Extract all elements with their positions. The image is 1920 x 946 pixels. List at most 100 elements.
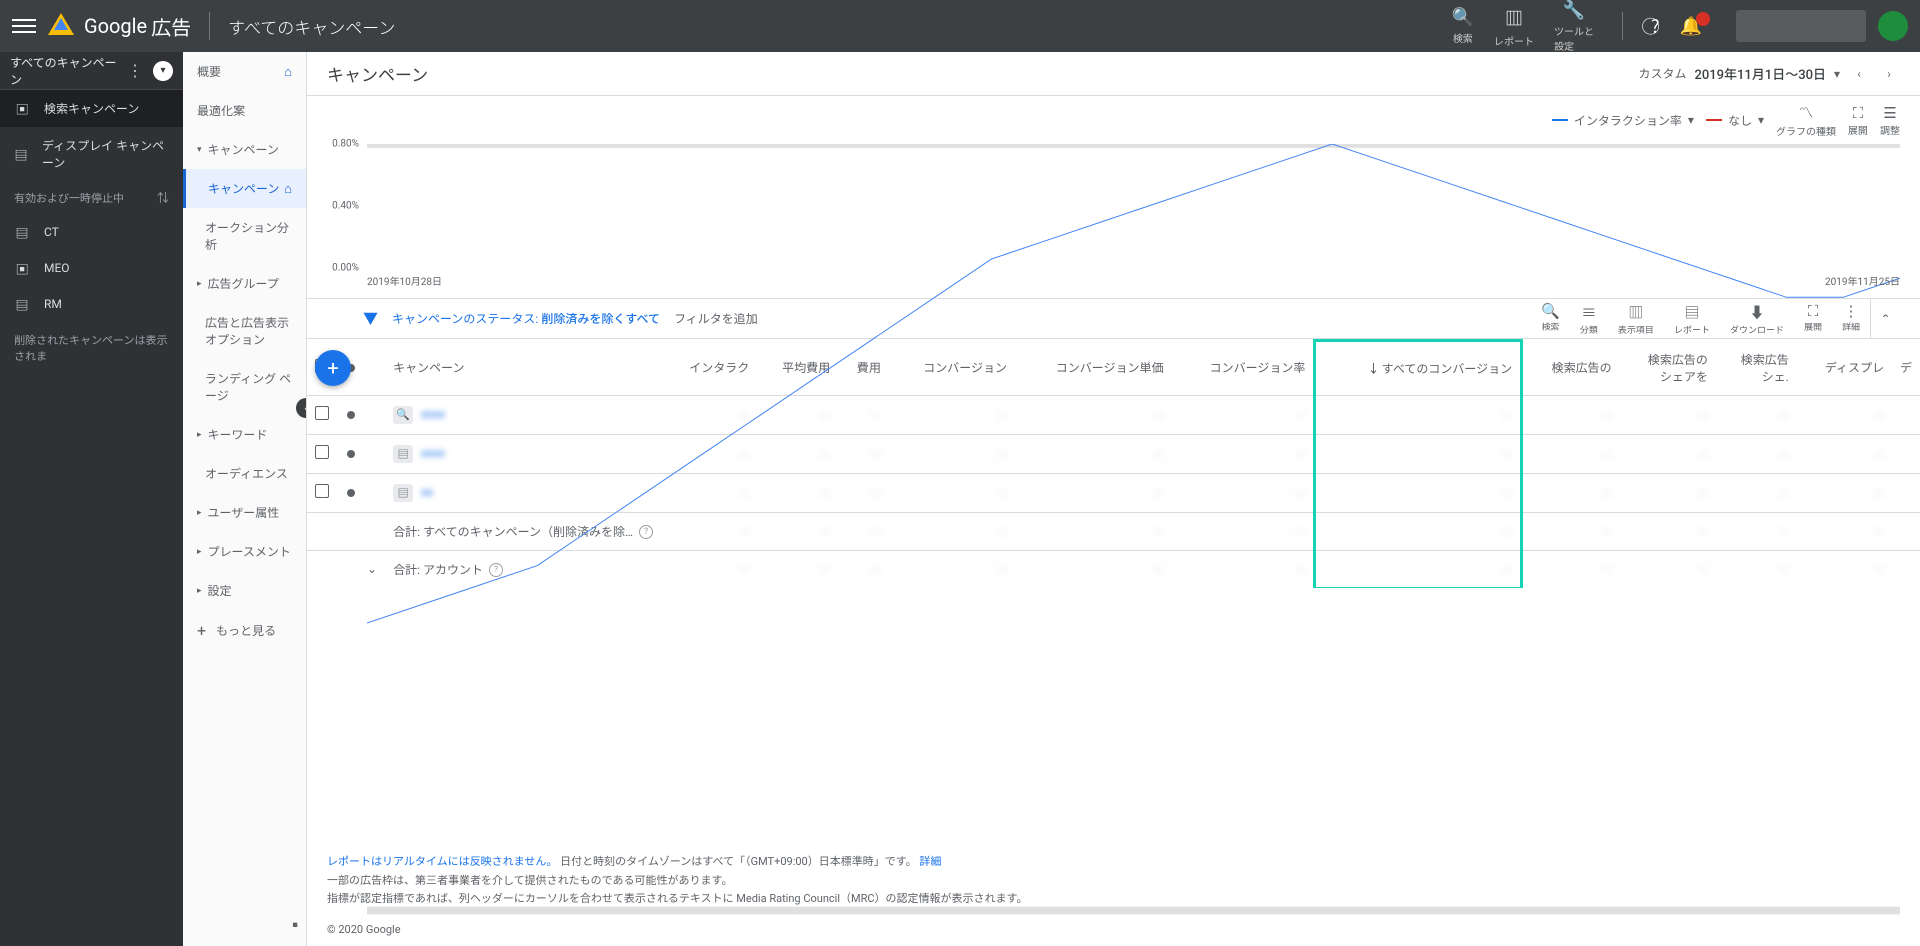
status-icon [347,450,355,458]
date-range-picker[interactable]: カスタム 2019年11月1日～30日 ▾ ‹ › [1638,63,1900,85]
display-icon: ▤ [14,146,28,162]
chart-y-axis: 0.80% 0.40% 0.00% [327,144,365,268]
nav-demographics[interactable]: ▸ユーザー属性 [183,493,306,532]
nav-ads-ext[interactable]: 広告と広告表示オプション [183,303,306,359]
status-icon [347,411,355,419]
help-icon: ?⃝ [1651,13,1660,39]
chart-adjust-button[interactable]: ☰調整 [1880,104,1900,137]
avatar[interactable] [1878,11,1908,41]
page-nav: 概要⌂ 最適化案 ▾キャンペーン キャンペーン⌂ オークション分析 ▸広告グルー… [183,52,307,946]
date-prev-button[interactable]: ‹ [1848,63,1870,85]
chart-type-button[interactable]: 〽グラフの種類 [1776,102,1836,138]
home-icon: ⌂ [284,181,292,197]
display-icon: ▤ [14,296,30,312]
chart-metric-2-selector[interactable]: なし▾ [1706,112,1764,129]
campaign-name-link[interactable]: xx [421,485,433,499]
chart-metric-1-selector[interactable]: インタラクション率▾ [1552,112,1694,129]
chart-icon: 〽 [1798,102,1813,123]
nav-landing[interactable]: ランディング ページ [183,359,306,415]
chart-area: 0.80% 0.40% 0.00% 2019年10月28日 2019年11月25… [307,138,1920,298]
sidebar-note: 削除されたキャンペーンは表示されま [0,322,183,374]
wrench-icon: 🔧 [1563,0,1585,21]
chevron-down-icon: ▾ [197,145,202,155]
alert-badge [1696,12,1710,26]
chevron-right-icon: ▸ [197,430,202,440]
nav-campaigns[interactable]: キャンペーン⌂ [183,169,306,208]
date-range-value: 2019年11月1日～30日 [1694,64,1826,83]
sidebar-section-status: 有効および一時停止中 ⇅ [0,181,183,214]
search-box-icon: ▣ [14,101,30,117]
plus-icon: + [197,621,206,640]
sidebar-item-label: ディスプレイ キャンペーン [42,137,169,171]
divider [209,12,210,40]
notifications-button[interactable]: 🔔 [1680,16,1716,37]
content: キャンペーン カスタム 2019年11月1日～30日 ▾ ‹ › インタラクショ… [307,52,1920,946]
google-ads-logo-icon [48,13,74,39]
more-icon[interactable]: ⋮ [127,61,143,80]
chevron-right-icon: ▸ [197,508,202,518]
chevron-right-icon: ▸ [197,547,202,557]
content-header: キャンペーン カスタム 2019年11月1日～30日 ▾ ‹ › [307,52,1920,96]
date-mode-label: カスタム [1638,65,1686,82]
header-report-button[interactable]: ▥レポート [1494,5,1534,48]
search-box-icon: ▣ [14,260,30,276]
chart-expand-button[interactable]: ⛶展開 [1848,104,1868,137]
campaign-scope-sidebar: すべてのキャンペーン ⋮ ▾ ▣ 検索キャンペーン ▤ ディスプレイ キャンペー… [0,52,183,946]
search-icon: 🔍 [1452,7,1474,28]
brand-text-ads: 広告 [151,12,191,41]
menu-icon[interactable] [12,14,36,38]
header-title: すべてのキャンペーン [228,14,395,39]
add-campaign-fab[interactable]: + [315,350,351,386]
chevron-right-icon: ▸ [197,586,202,596]
home-icon: ⌂ [284,64,292,80]
page-title: キャンペーン [327,61,428,86]
nav-placements[interactable]: ▸プレースメント [183,532,306,571]
legend-swatch [1552,119,1568,121]
collapse-toggle[interactable]: ▾ [153,61,173,81]
nav-audience[interactable]: オーディエンス [183,454,306,493]
feedback-icon[interactable]: ▪ [287,912,303,936]
nav-overview[interactable]: 概要⌂ [183,52,306,91]
nav-keywords[interactable]: ▸キーワード [183,415,306,454]
sidebar-item-label: 検索キャンペーン [44,100,139,117]
swap-icon[interactable]: ⇅ [157,189,169,206]
nav-campaigns-group[interactable]: ▾キャンペーン [183,130,306,169]
date-next-button[interactable]: › [1878,63,1900,85]
sidebar-item-ct[interactable]: ▤CT [0,214,183,250]
nav-settings[interactable]: ▸設定 [183,571,306,610]
row-checkbox[interactable] [315,406,329,420]
bell-icon: 🔔 [1680,16,1716,37]
account-switcher[interactable] [1736,10,1866,42]
sidebar-item-meo[interactable]: ▣MEO [0,250,183,286]
chevron-down-icon: ▾ [1834,67,1840,81]
chevron-down-icon: ▾ [1688,113,1694,127]
chart-controls: インタラクション率▾ なし▾ 〽グラフの種類 ⛶展開 ☰調整 [307,96,1920,138]
brand-text-google: Google [84,14,147,38]
nav-optimize[interactable]: 最適化案 [183,91,306,130]
sliders-icon: ☰ [1883,104,1896,122]
chevron-right-icon: ▸ [197,279,202,289]
report-icon: ▥ [1505,5,1523,31]
display-icon: ▤ [14,224,30,240]
header-search-button[interactable]: 🔍検索 [1452,7,1474,45]
help-button[interactable]: ?⃝ [1651,13,1660,39]
app-header: Google 広告 すべてのキャンペーン 🔍検索 ▥レポート 🔧ツールと 設定 … [0,0,1920,52]
expand-icon: ⛶ [1853,104,1864,122]
sidebar-item-rm[interactable]: ▤RM [0,286,183,322]
nav-more[interactable]: +もっと見る [183,610,306,651]
row-checkbox[interactable] [315,484,329,498]
row-checkbox[interactable] [315,445,329,459]
chevron-down-icon: ▾ [1758,113,1764,127]
divider [1622,12,1623,40]
nav-auction[interactable]: オークション分析 [183,208,306,264]
campaign-name-link[interactable]: xxxx [421,446,445,460]
legend-swatch [1706,119,1722,121]
campaign-name-link[interactable]: xxxx [421,407,445,421]
chart-x-axis: 2019年10月28日 2019年11月25日 [367,273,1900,288]
nav-adgroups[interactable]: ▸広告グループ [183,264,306,303]
scope-header: すべてのキャンペーン ⋮ ▾ [0,52,183,90]
sidebar-item-search-campaigns[interactable]: ▣ 検索キャンペーン [0,90,183,127]
sidebar-item-display-campaigns[interactable]: ▤ ディスプレイ キャンペーン [0,127,183,181]
scope-title: すべてのキャンペーン [10,54,127,88]
header-tools-button[interactable]: 🔧ツールと 設定 [1554,0,1594,53]
